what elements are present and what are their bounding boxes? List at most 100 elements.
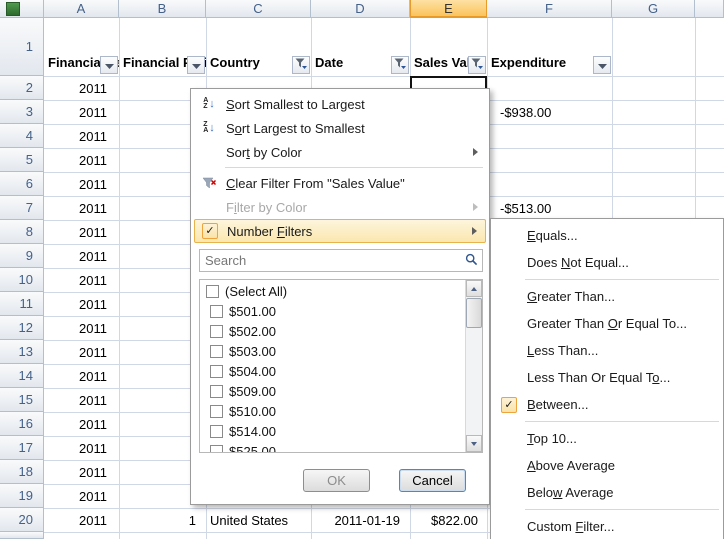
search-input[interactable] [199,249,483,272]
scroll-thumb[interactable] [466,298,482,328]
filter-value-item[interactable]: $509.00 [200,381,465,401]
filter-value-item[interactable]: $502.00 [200,321,465,341]
filter-button-F[interactable] [593,56,611,74]
row-header-11[interactable]: 11 [0,292,44,316]
cell-A4[interactable]: 2011 [44,124,119,148]
menu-item-clear-filter-from-sales-value[interactable]: Clear Filter From "Sales Value" [194,171,486,195]
checkbox[interactable] [210,305,223,318]
submenu-item-above-average[interactable]: Above Average [491,452,723,479]
row-header-12[interactable]: 12 [0,316,44,340]
filter-value-item[interactable]: (Select All) [200,281,465,301]
cell-A12[interactable]: 2011 [44,316,119,340]
submenu-item-top-10[interactable]: Top 10... [491,425,723,452]
cell-A19[interactable]: 2011 [44,484,119,508]
scroll-down-button[interactable] [466,435,482,452]
checkbox[interactable] [210,445,223,454]
submenu-item-less-than-or-equal-to[interactable]: Less Than Or Equal To... [491,364,723,391]
row-header-19[interactable]: 19 [0,484,44,508]
scroll-up-button[interactable] [466,280,482,297]
cell-E20[interactable]: $822.00 [410,508,487,532]
column-header-B[interactable]: B [119,0,206,18]
submenu-item-does-not-equal[interactable]: Does Not Equal... [491,249,723,276]
column-header-F[interactable]: F [487,0,612,18]
column-header-G[interactable]: G [612,0,695,18]
checkbox[interactable] [210,325,223,338]
row-header-7[interactable]: 7 [0,196,44,220]
filter-value-item[interactable]: $510.00 [200,401,465,421]
cell-A17[interactable]: 2011 [44,436,119,460]
row-header-9[interactable]: 9 [0,244,44,268]
row-header-2[interactable]: 2 [0,76,44,100]
menu-item-sort-smallest-to-largest[interactable]: AZ↓Sort Smallest to Largest [194,92,486,116]
filter-button-C[interactable] [292,56,310,74]
submenu-item-equals[interactable]: Equals... [491,222,723,249]
column-header-D[interactable]: D [311,0,410,18]
cell-A16[interactable]: 2011 [44,412,119,436]
cell-A3[interactable]: 2011 [44,100,119,124]
submenu-item-greater-than[interactable]: Greater Than... [491,283,723,310]
cell-A9[interactable]: 2011 [44,244,119,268]
row-header-20[interactable]: 20 [0,508,44,532]
checkbox[interactable] [210,365,223,378]
row-header-1[interactable]: 1 [0,18,44,76]
row-header-6[interactable]: 6 [0,172,44,196]
filter-value-item[interactable]: $514.00 [200,421,465,441]
filter-button-B[interactable] [187,56,205,74]
cell-A14[interactable]: 2011 [44,364,119,388]
checkbox[interactable] [210,405,223,418]
filter-value-item[interactable]: $525.00 [200,441,465,453]
row-header-5[interactable]: 5 [0,148,44,172]
cell-C20[interactable]: United States [206,508,311,532]
checkbox[interactable] [210,425,223,438]
cell-D20[interactable]: 2011-01-19 [311,508,410,532]
ok-button[interactable]: OK [303,469,370,492]
cell-A10[interactable]: 2011 [44,268,119,292]
select-all-corner[interactable] [0,0,44,18]
row-header-18[interactable]: 18 [0,460,44,484]
menu-item-number-filters[interactable]: ✓Number Filters [194,219,486,243]
filter-button-A[interactable] [100,56,118,74]
row-header-4[interactable]: 4 [0,124,44,148]
row-header-15[interactable]: 15 [0,388,44,412]
row-header-17[interactable]: 17 [0,436,44,460]
submenu-item-below-average[interactable]: Below Average [491,479,723,506]
cell-B20[interactable]: 1 [119,508,206,532]
cell-F3[interactable]: -$938.00 [487,100,612,124]
cell-A6[interactable]: 2011 [44,172,119,196]
submenu-item-between[interactable]: ✓Between... [491,391,723,418]
row-header-16[interactable]: 16 [0,412,44,436]
row-header-3[interactable]: 3 [0,100,44,124]
column-header-E[interactable]: E [410,0,487,18]
filter-value-item[interactable]: $504.00 [200,361,465,381]
cell-A18[interactable]: 2011 [44,460,119,484]
submenu-item-custom-filter[interactable]: Custom Filter... [491,513,723,539]
filter-value-item[interactable]: $503.00 [200,341,465,361]
menu-item-sort-by-color[interactable]: Sort by Color [194,140,486,164]
cell-A2[interactable]: 2011 [44,76,119,100]
cell-A15[interactable]: 2011 [44,388,119,412]
cell-A8[interactable]: 2011 [44,220,119,244]
cell-A5[interactable]: 2011 [44,148,119,172]
row-header-14[interactable]: 14 [0,364,44,388]
column-header-A[interactable]: A [44,0,119,18]
cell-F7[interactable]: -$513.00 [487,196,612,220]
search-icon[interactable] [465,253,478,271]
filter-value-item[interactable]: $501.00 [200,301,465,321]
checkbox[interactable] [210,385,223,398]
checkbox[interactable] [206,285,219,298]
row-header-8[interactable]: 8 [0,220,44,244]
submenu-item-greater-than-or-equal-to[interactable]: Greater Than Or Equal To... [491,310,723,337]
row-header-10[interactable]: 10 [0,268,44,292]
cancel-button[interactable]: Cancel [399,469,466,492]
cell-A13[interactable]: 2011 [44,340,119,364]
submenu-item-less-than[interactable]: Less Than... [491,337,723,364]
cell-A7[interactable]: 2011 [44,196,119,220]
cell-A20[interactable]: 2011 [44,508,119,532]
filter-button-E[interactable] [468,56,486,74]
cell-A11[interactable]: 2011 [44,292,119,316]
column-header-C[interactable]: C [206,0,311,18]
row-header-13[interactable]: 13 [0,340,44,364]
filter-button-D[interactable] [391,56,409,74]
checkbox[interactable] [210,345,223,358]
menu-item-sort-largest-to-smallest[interactable]: ZA↓Sort Largest to Smallest [194,116,486,140]
